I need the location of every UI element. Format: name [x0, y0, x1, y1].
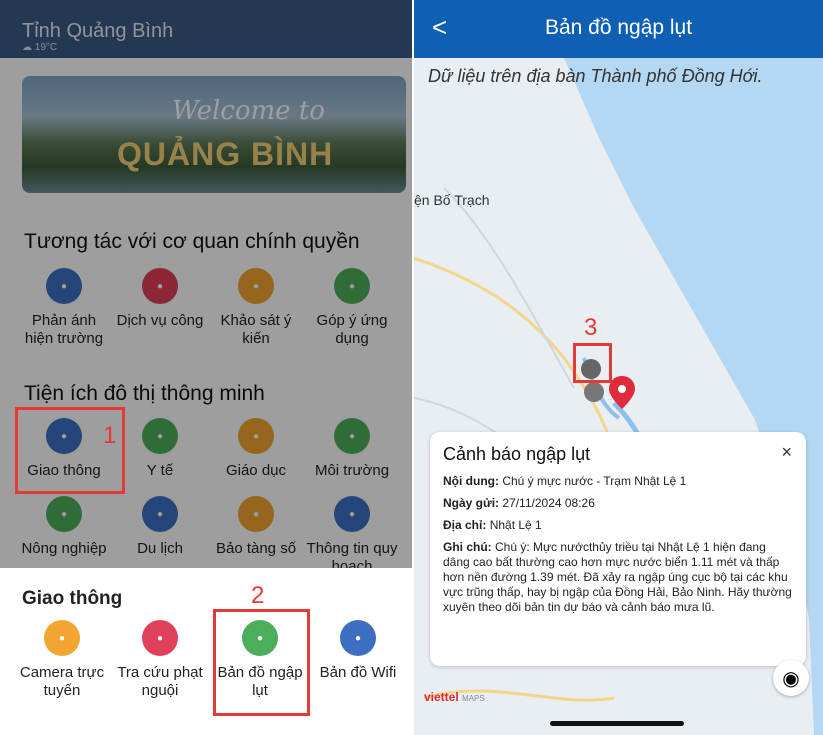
map-place-label: ện Bố Trạch — [414, 192, 490, 208]
popup-note-row: Ghi chú: Chú ý: Mực nướcthủy triều tại N… — [443, 540, 795, 615]
step-1-highlight — [15, 407, 125, 494]
tile-car-fine[interactable]: ● Tra cứu phạt nguội — [112, 620, 208, 700]
tile-wifi[interactable]: ● Bản đồ Wifi — [310, 620, 406, 682]
flood-warning-popup: Cảnh báo ngập lụt × Nội dung: Chú ý mực … — [430, 432, 806, 666]
viettel-maps-logo: viettel MAPS — [424, 690, 485, 704]
popup-date-row: Ngày gửi: 27/11/2024 08:26 — [443, 496, 795, 511]
step-2-highlight — [213, 609, 310, 716]
note-label: Ghi chú: — [443, 540, 492, 554]
note-value: Chú ý: Mực nướcthủy triều tại Nhật Lệ 1 … — [443, 540, 792, 614]
popup-address-row: Địa chỉ: Nhật Lệ 1 — [443, 518, 795, 533]
home-indicator[interactable] — [550, 721, 684, 726]
date-value: 27/11/2024 08:26 — [502, 496, 595, 510]
brand-sub: MAPS — [462, 694, 485, 703]
tile-label: Tra cứu phạt nguội — [117, 664, 203, 699]
locate-me-button[interactable]: ◉ — [773, 660, 809, 696]
map-header: < Bản đồ ngập lụt — [414, 0, 823, 58]
step-3-highlight — [573, 343, 612, 383]
brand-name: viettel — [424, 690, 459, 704]
map-title: Bản đồ ngập lụt — [544, 16, 693, 39]
close-icon[interactable]: × — [781, 442, 792, 463]
date-label: Ngày gửi: — [443, 496, 500, 510]
wifi-icon: ● — [340, 620, 376, 656]
popup-content-row: Nội dung: Chú ý mực nước - Trạm Nhật Lệ … — [443, 474, 795, 489]
tile-label: Camera trực tuyến — [19, 664, 105, 699]
step-2-number: 2 — [251, 582, 265, 609]
tile-cctv-camera[interactable]: ● Camera trực tuyến — [14, 620, 110, 700]
step-1-number: 1 — [103, 422, 117, 449]
car-fine-icon: ● — [142, 620, 178, 656]
address-label: Địa chỉ: — [443, 518, 487, 532]
content-label: Nội dung: — [443, 474, 499, 488]
sheet-title: Giao thông — [22, 588, 123, 609]
traffic-bottom-sheet: Giao thông ● Camera trực tuyến ● Tra cứu ph… — [0, 568, 412, 735]
popup-title: Cảnh báo ngập lụt — [443, 444, 591, 464]
cctv-camera-icon: ● — [44, 620, 80, 656]
address-value: Nhật Lệ 1 — [489, 518, 542, 532]
crosshair-icon: ◉ — [782, 667, 800, 690]
home-screen: Tỉnh Quảng Bình ☁ 19°C Welcome to QUẢNG … — [0, 0, 412, 735]
flood-map-screen: < Bản đồ ngập lụt Dữ liệu trên địa bàn T… — [414, 0, 823, 735]
tile-label: Bản đồ Wifi — [319, 664, 397, 681]
step-3-number: 3 — [584, 314, 598, 341]
content-value: Chú ý mực nước - Trạm Nhật Lệ 1 — [502, 474, 687, 488]
data-area-note: Dữ liệu trên địa bàn Thành phố Đồng Hới. — [428, 66, 763, 86]
